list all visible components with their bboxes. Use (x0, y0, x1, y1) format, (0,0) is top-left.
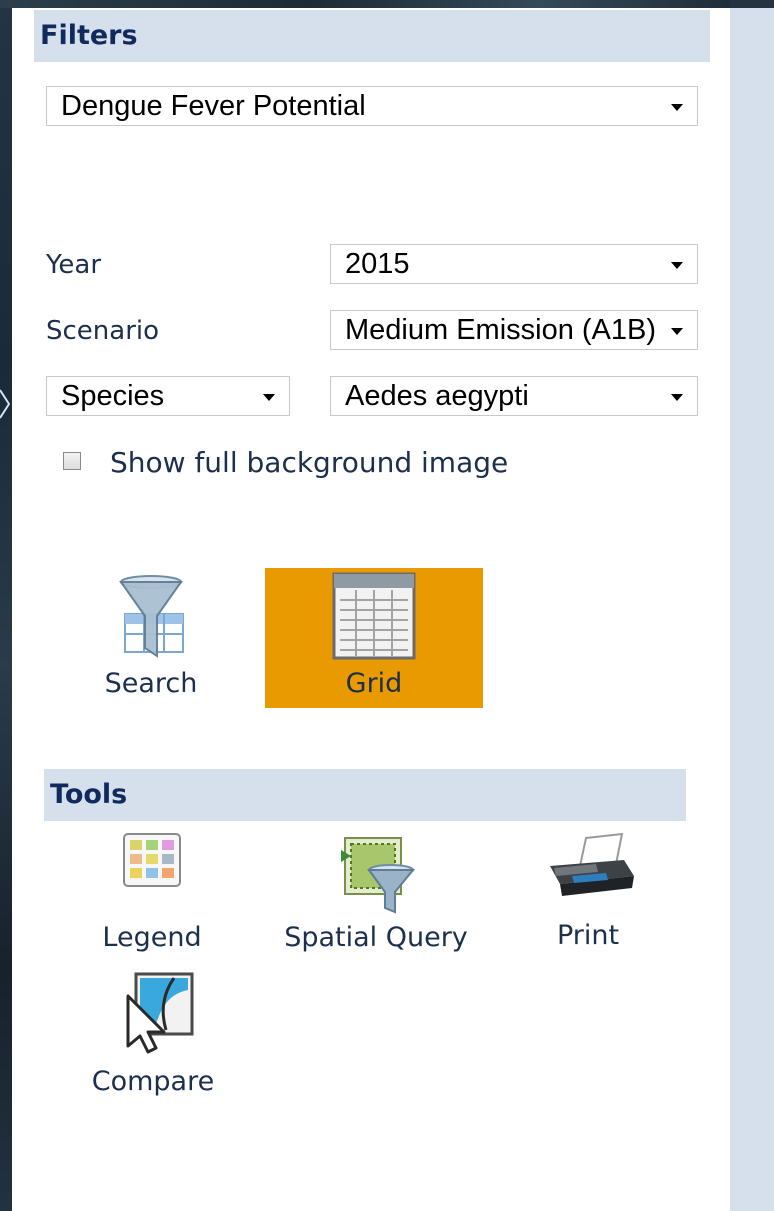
scenario-label: Scenario (46, 316, 160, 346)
species-select-value: Aedes aegypti (345, 380, 529, 412)
species-select[interactable]: Aedes aegypti (330, 376, 698, 416)
filters-header-label: Filters (40, 20, 138, 51)
scenario-select[interactable]: Medium Emission (A1B) (330, 310, 698, 350)
legend-tool-button[interactable]: Legend (82, 832, 222, 962)
printer-icon (550, 832, 634, 896)
chevron-down-icon (263, 394, 275, 401)
legend-icon (123, 833, 181, 887)
show-background-label[interactable]: Show full background image (110, 446, 508, 479)
chevron-down-icon (671, 104, 683, 111)
funnel-table-icon (119, 575, 184, 658)
grid-table-icon (332, 572, 416, 660)
tools-header-label: Tools (50, 779, 128, 810)
background-top-right (730, 0, 774, 8)
spatial-query-tool-button[interactable]: Spatial Query (270, 832, 482, 962)
filters-header: Filters (34, 10, 710, 62)
layer-select[interactable]: Dengue Fever Potential (46, 86, 698, 126)
grid-view-button[interactable]: Grid (265, 568, 483, 708)
legend-tool-label: Legend (102, 922, 202, 953)
chevron-down-icon (671, 262, 683, 269)
compare-tool-label: Compare (91, 1066, 215, 1097)
species-type-select-value: Species (61, 380, 165, 412)
panel-right-border (730, 8, 774, 1211)
compare-icon (126, 972, 194, 1054)
background-left (0, 0, 12, 1211)
panel-toggle-arrow-icon[interactable] (0, 384, 12, 424)
show-background-checkbox[interactable] (63, 452, 81, 470)
scenario-select-value: Medium Emission (A1B) (345, 314, 657, 346)
year-label: Year (46, 250, 102, 280)
print-tool-button[interactable]: Print (528, 832, 648, 956)
year-select-value: 2015 (345, 248, 410, 280)
compare-tool-button[interactable]: Compare (78, 970, 228, 1104)
spatial-query-tool-label: Spatial Query (284, 922, 468, 953)
search-view-label: Search (104, 668, 198, 699)
grid-view-label: Grid (345, 668, 403, 699)
year-select[interactable]: 2015 (330, 244, 698, 284)
chevron-down-icon (671, 328, 683, 335)
print-tool-label: Print (556, 920, 620, 951)
background-top (0, 0, 774, 8)
layer-select-value: Dengue Fever Potential (61, 90, 366, 122)
chevron-down-icon (671, 394, 683, 401)
tools-header: Tools (44, 769, 686, 821)
spatial-query-icon (341, 837, 416, 914)
search-view-button[interactable]: Search (64, 568, 238, 708)
species-type-select[interactable]: Species (46, 376, 290, 416)
